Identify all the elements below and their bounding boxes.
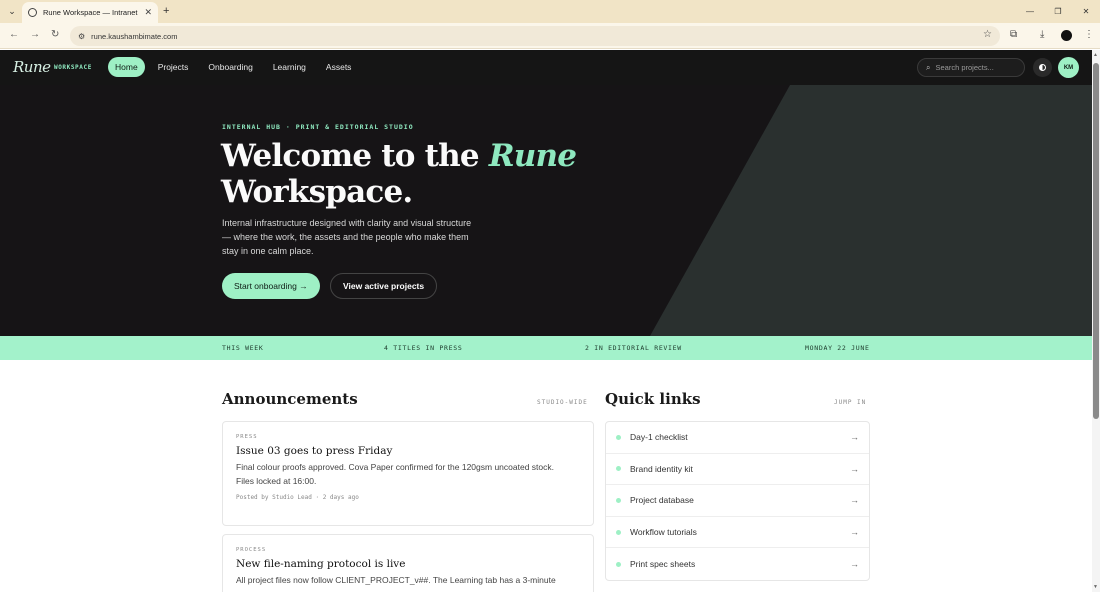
card-meta: Posted by Studio Lead · 2 days ago bbox=[236, 494, 359, 501]
more-menu-icon[interactable]: ⋮ bbox=[1084, 29, 1094, 41]
site-info-icon[interactable]: ⚙ bbox=[78, 32, 85, 41]
quick-link-label: Project database bbox=[630, 495, 694, 506]
bullet-icon bbox=[616, 529, 621, 535]
globe-icon bbox=[28, 8, 37, 17]
scroll-down-arrow-icon[interactable]: ▼ bbox=[1093, 584, 1098, 590]
quick-link-label: Brand identity kit bbox=[630, 463, 693, 474]
download-icon[interactable]: ⤓ bbox=[1040, 29, 1044, 41]
quick-link-brand-kit[interactable]: Brand identity kit → bbox=[606, 454, 869, 486]
quick-link-label: Day-1 checklist bbox=[630, 432, 688, 443]
strip-item-week: THIS WEEK bbox=[222, 344, 264, 352]
card-tag: PRESS bbox=[236, 434, 258, 440]
bullet-icon bbox=[616, 561, 621, 567]
announcement-card[interactable]: PROCESS New file-naming protocol is live… bbox=[222, 534, 594, 592]
hero-decorative-slab bbox=[650, 85, 1092, 336]
address-bar[interactable]: ⚙ rune.kaushambimate.com ☆ bbox=[70, 26, 1000, 46]
quick-link-project-database[interactable]: Project database → bbox=[606, 485, 869, 517]
page-scrollbar[interactable]: ▲ ▼ bbox=[1092, 50, 1100, 592]
bookmark-star-icon[interactable]: ☆ bbox=[983, 29, 992, 40]
announcements-title: Announcements bbox=[222, 390, 358, 408]
quick-links-title: Quick links bbox=[605, 390, 701, 408]
card-body: Final colour proofs approved. Cova Paper… bbox=[236, 462, 554, 486]
quick-link-workflow-tutorials[interactable]: Workflow tutorials → bbox=[606, 517, 869, 549]
announcement-card[interactable]: PRESS Issue 03 goes to press Friday Fina… bbox=[222, 421, 594, 526]
hero-title-accent: Rune bbox=[488, 138, 577, 174]
hero-title-suffix: Workspace. bbox=[221, 174, 413, 210]
nav-home[interactable]: Home bbox=[108, 57, 145, 77]
strip-item-date: MONDAY 22 JUNE bbox=[805, 344, 870, 352]
hero-description: Internal infrastructure designed with cl… bbox=[222, 218, 472, 256]
hero-title-prefix: Welcome to the bbox=[221, 138, 489, 174]
quick-link-print-specs[interactable]: Print spec sheets → bbox=[606, 548, 869, 580]
announcements-meta: STUDIO-WIDE bbox=[537, 399, 588, 406]
quick-links-list: Day-1 checklist → Brand identity kit → P… bbox=[605, 421, 870, 581]
window-controls: — ❐ ✕ bbox=[1016, 0, 1100, 23]
nav-onboarding[interactable]: Onboarding bbox=[201, 57, 259, 77]
bullet-icon bbox=[616, 497, 621, 503]
card-body: All project files now follow CLIENT_PROJ… bbox=[236, 575, 556, 585]
nav-learning[interactable]: Learning bbox=[266, 57, 313, 77]
search-box[interactable]: ⌕ bbox=[917, 58, 1025, 77]
search-input[interactable] bbox=[935, 63, 1016, 72]
start-onboarding-button[interactable]: Start onboarding → bbox=[222, 273, 320, 299]
close-window-icon[interactable]: ✕ bbox=[1072, 0, 1100, 23]
restore-icon[interactable]: ❐ bbox=[1044, 0, 1072, 23]
back-icon[interactable]: ← bbox=[9, 29, 19, 41]
new-tab-button[interactable]: + bbox=[163, 4, 169, 18]
arrow-right-icon: → bbox=[850, 463, 859, 474]
site-header: Rune WORKSPACE Home Projects Onboarding … bbox=[0, 50, 1092, 85]
browser-toolbar: ← → ↻ ⚙ rune.kaushambimate.com ☆ ⧉ ⤓ ⋮ bbox=[0, 23, 1100, 49]
browser-tab[interactable]: Rune Workspace — Intranet ✕ bbox=[22, 2, 158, 23]
arrow-right-icon: → bbox=[850, 432, 859, 443]
status-strip: THIS WEEK 4 TITLES IN PRESS 2 IN EDITORI… bbox=[0, 336, 1092, 360]
quick-link-label: Workflow tutorials bbox=[630, 527, 697, 538]
arrow-right-icon: → bbox=[850, 559, 859, 570]
minimize-icon[interactable]: — bbox=[1016, 0, 1044, 23]
theme-toggle-button[interactable] bbox=[1033, 58, 1052, 77]
contrast-icon bbox=[1039, 64, 1046, 71]
browser-tab-strip: ⌄ Rune Workspace — Intranet ✕ + — ❐ ✕ bbox=[0, 0, 1100, 23]
close-icon[interactable]: ✕ bbox=[144, 7, 152, 18]
bullet-icon bbox=[616, 466, 621, 472]
nav-projects[interactable]: Projects bbox=[151, 57, 196, 77]
avatar[interactable]: KM bbox=[1058, 57, 1079, 78]
extensions-icon[interactable]: ⧉ bbox=[1010, 29, 1017, 41]
reload-icon[interactable]: ↻ bbox=[51, 29, 59, 41]
strip-item-review: 2 IN EDITORIAL REVIEW bbox=[585, 344, 682, 352]
quick-links-meta: JUMP IN bbox=[834, 399, 867, 406]
scroll-thumb[interactable] bbox=[1093, 63, 1099, 419]
tab-title: Rune Workspace — Intranet bbox=[43, 8, 138, 17]
card-title: Issue 03 goes to press Friday bbox=[236, 445, 393, 457]
nav-assets[interactable]: Assets bbox=[319, 57, 359, 77]
url-text: rune.kaushambimate.com bbox=[91, 31, 178, 41]
forward-icon[interactable]: → bbox=[30, 29, 40, 41]
tab-search-chevron-icon[interactable]: ⌄ bbox=[5, 4, 19, 18]
hero-title: Welcome to the Rune Workspace. bbox=[221, 138, 621, 210]
arrow-right-icon: → bbox=[850, 495, 859, 506]
bullet-icon bbox=[616, 434, 621, 440]
search-icon: ⌕ bbox=[926, 62, 931, 72]
card-title: New file-naming protocol is live bbox=[236, 558, 406, 570]
main-nav: Home Projects Onboarding Learning Assets bbox=[108, 57, 358, 77]
profile-avatar[interactable] bbox=[1061, 30, 1072, 41]
view-projects-button[interactable]: View active projects bbox=[330, 273, 438, 299]
scroll-up-arrow-icon[interactable]: ▲ bbox=[1093, 52, 1098, 58]
card-tag: PROCESS bbox=[236, 547, 267, 553]
hero-section: INTERNAL HUB · PRINT & EDITORIAL STUDIO … bbox=[0, 85, 1092, 336]
logo[interactable]: Rune bbox=[13, 58, 51, 76]
hero-eyebrow: INTERNAL HUB · PRINT & EDITORIAL STUDIO bbox=[222, 123, 414, 131]
quick-link-label: Print spec sheets bbox=[630, 559, 696, 570]
arrow-right-icon: → bbox=[850, 527, 859, 538]
strip-item-in-press: 4 TITLES IN PRESS bbox=[384, 344, 463, 352]
logo-subtitle: WORKSPACE bbox=[54, 64, 92, 71]
quick-link-day1-checklist[interactable]: Day-1 checklist → bbox=[606, 422, 869, 454]
